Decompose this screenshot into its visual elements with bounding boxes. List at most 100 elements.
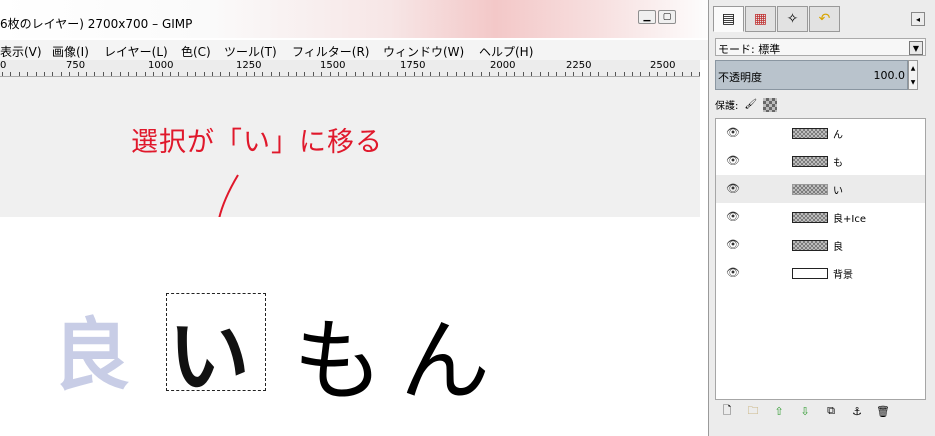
ruler-tick [615,72,616,76]
layer-name: 良 [833,242,843,253]
ruler-tick [321,72,322,76]
eye-icon[interactable]: 👁 [726,238,742,251]
anchor-icon[interactable]: ⚓ [849,404,865,418]
ruler-tick [422,72,423,76]
layer-thumbnail [792,156,828,167]
ruler-tick [464,72,465,76]
ruler-tick [582,72,583,76]
mode-select[interactable]: モード: 標準 ▼ [715,38,926,56]
ruler-tick [313,72,314,76]
ruler-tick [170,72,171,76]
opacity-slider[interactable]: 不透明度 100.0 [715,60,908,90]
ruler-tick [69,72,70,76]
layer-name: ん [833,130,843,141]
ruler-tick [52,72,53,76]
ruler-tick [506,72,507,76]
eye-icon[interactable]: 👁 [726,126,742,139]
chevron-down-icon[interactable]: ▼ [909,41,923,55]
ruler-tick [246,72,247,76]
ruler-tick [44,72,45,76]
ruler-tick [699,72,700,76]
mode-label: モード: [718,43,755,56]
channels-icon[interactable]: ▦ [745,6,776,32]
ruler-tick [10,72,11,76]
selection-marquee [166,293,266,391]
ruler-tick [19,72,20,76]
ruler-tick [153,72,154,76]
layers-icon[interactable]: ▤ [713,6,744,32]
menu-tools[interactable]: ツール(T) [224,43,277,60]
raise-layer-icon[interactable]: ⇧ [771,404,787,418]
eye-icon[interactable]: 👁 [726,154,742,167]
layer-row[interactable]: 👁 も [716,147,925,175]
ruler-tick [456,72,457,76]
ruler-tick [136,72,137,76]
opacity-value: 100.0 [873,69,906,82]
ruler-tick [296,72,297,76]
layer-thumbnail [792,128,828,139]
menu-windows[interactable]: ウィンドウ(W) [383,43,464,60]
ruler-tick [439,72,440,76]
ruler-tick [103,72,104,76]
layer-row[interactable]: 👁 良+Ice [716,203,925,231]
ruler-label: 1500 [320,60,346,71]
ruler-tick [271,72,272,76]
ruler-tick [128,72,129,76]
ruler-tick [657,72,658,76]
alpha-lock-icon[interactable] [763,97,778,112]
ruler-tick [229,72,230,76]
ruler-tick [632,72,633,76]
ruler-tick [346,72,347,76]
undo-icon[interactable]: ↶ [809,6,840,32]
ruler-tick [204,72,205,76]
paths-icon[interactable]: ✧ [777,6,808,32]
new-group-icon[interactable]: 🗀 [745,404,761,418]
ruler-tick [254,72,255,76]
maximize-button[interactable]: ▢ [658,10,676,24]
brush-lock-icon[interactable]: 🖌 [744,99,757,110]
opacity-spinner[interactable]: ▲ ▼ [908,60,918,90]
ruler-tick [388,72,389,76]
menu-bar: 表示(V) 画像(I) レイヤー(L) 色(C) ツール(T) フィルター(R)… [0,40,708,60]
layer-name: も [833,158,843,169]
ruler-tick [573,72,574,76]
ruler-tick [27,72,28,76]
ruler-tick [145,72,146,76]
layer-row[interactable]: 👁 背景 [716,259,925,287]
title-bar: 6枚のレイヤー) 2700x700 – GIMP ▁ ▢ [0,0,708,38]
menu-colors[interactable]: 色(C) [181,43,211,60]
layer-row-selected[interactable]: 👁 い [716,175,925,203]
new-layer-icon[interactable]: 🗋 [719,404,735,418]
ruler-tick [288,72,289,76]
menu-filters[interactable]: フィルター(R) [292,43,369,60]
menu-layer[interactable]: レイヤー(L) [104,43,168,60]
menu-help[interactable]: ヘルプ(H) [479,43,533,60]
ruler-label: 1750 [400,60,426,71]
glyph-mo: も [293,309,383,414]
annotation-text: 選択が「い」に移る [131,127,383,158]
lower-layer-icon[interactable]: ⇩ [797,404,813,418]
menu-image[interactable]: 画像(I) [52,43,89,60]
layer-name: 背景 [833,270,853,281]
ruler-tick [640,72,641,76]
ruler-tick [61,72,62,76]
ruler-tick [565,72,566,76]
horizontal-ruler[interactable]: 0 750 1000 1250 1500 1750 2000 2250 2500 [0,60,700,77]
ruler-tick [691,72,692,76]
delete-layer-icon[interactable]: 🗑 [875,404,891,418]
ruler-tick [523,72,524,76]
eye-icon[interactable]: 👁 [726,210,742,223]
layer-row[interactable]: 👁 良 [716,231,925,259]
ruler-tick [36,72,37,76]
eye-icon[interactable]: 👁 [726,182,742,195]
menu-view[interactable]: 表示(V) [0,43,42,60]
ruler-tick [355,72,356,76]
ruler-tick [212,72,213,76]
eye-icon[interactable]: 👁 [726,266,742,279]
window-controls: ▁ ▢ [638,10,676,24]
dock-menu-icon[interactable]: ◂ [911,12,925,26]
duplicate-layer-icon[interactable]: ⧉ [823,404,839,418]
layer-row[interactable]: 👁 ん [716,119,925,147]
minimize-button[interactable]: ▁ [638,10,656,24]
ruler-tick [178,72,179,76]
